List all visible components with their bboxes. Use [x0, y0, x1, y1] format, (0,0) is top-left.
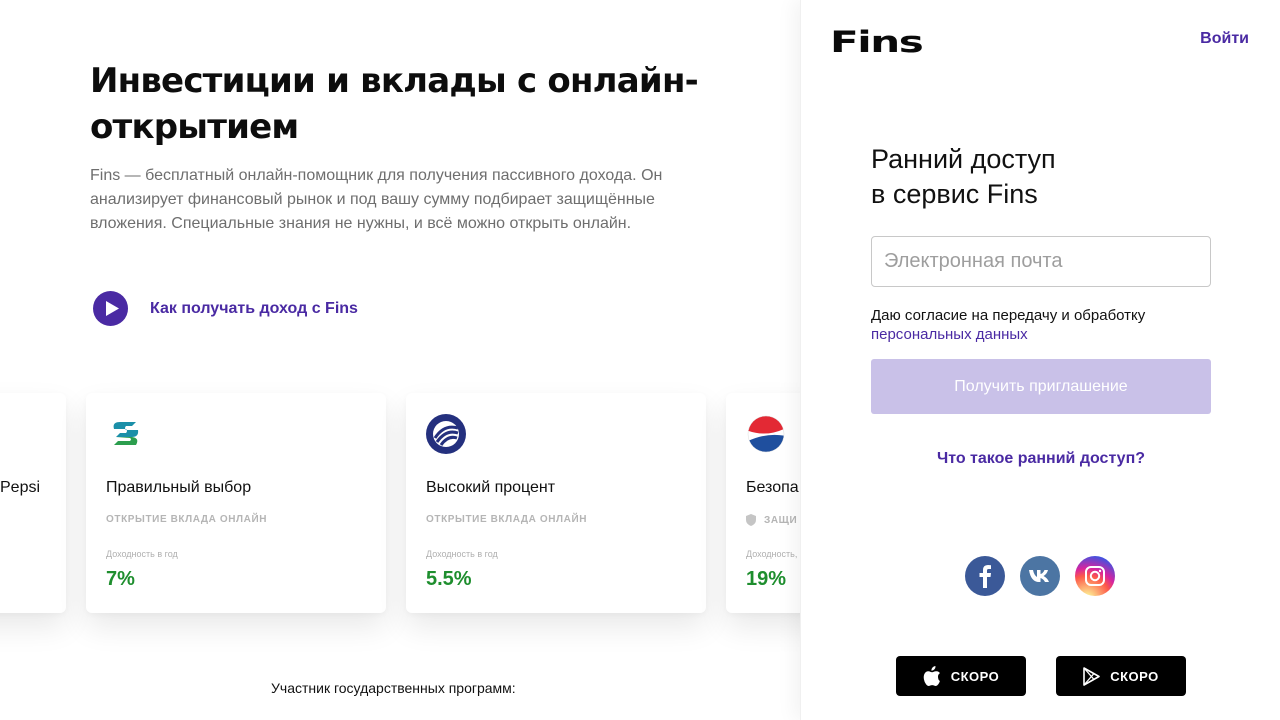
vk-icon[interactable]	[1020, 556, 1060, 596]
card-tag: ОТКРЫТИЕ ВКЛАДА ОНЛАЙН	[426, 514, 588, 525]
instagram-icon[interactable]	[1075, 556, 1115, 596]
card-tag-text: ЗАЩИ	[764, 514, 798, 526]
offer-card[interactable]: Pepsi	[0, 393, 66, 613]
card-tag: ЗАЩИ	[746, 514, 797, 526]
app-store-button[interactable]: СКОРО	[896, 656, 1026, 696]
personal-data-link[interactable]: персональных данных	[871, 326, 1028, 343]
play-icon[interactable]	[93, 291, 128, 326]
login-link[interactable]: Войти	[1200, 30, 1249, 48]
panel-heading-line1: Ранний доступ	[871, 144, 1056, 174]
brand-logo[interactable]: Fins	[830, 25, 924, 59]
participant-text: Участник государственных программ:	[271, 680, 516, 696]
offer-card[interactable]: Высокий процент ОТКРЫТИЕ ВКЛАДА ОНЛАЙН Д…	[406, 393, 706, 613]
social-links	[965, 556, 1115, 596]
card-tag: ОТКРЫТИЕ ВКЛАДА ОНЛАЙН	[106, 514, 268, 525]
card-yield-label: Доходность в год	[426, 549, 498, 559]
facebook-icon[interactable]	[965, 556, 1005, 596]
pepsi-logo-icon	[746, 414, 786, 454]
card-yield-label: Доходность,	[746, 549, 798, 559]
offer-card[interactable]: Правильный выбор ОТКРЫТИЕ ВКЛАДА ОНЛАЙН …	[86, 393, 386, 613]
consent-text: Даю согласие на передачу и обработку пер…	[871, 306, 1211, 344]
panel-heading-line2: в сервис Fins	[871, 179, 1038, 209]
card-title: Высокий процент	[426, 479, 556, 496]
card-title: Pepsi	[0, 479, 41, 496]
apple-icon	[923, 666, 940, 686]
early-access-link[interactable]: Что такое ранний доступ?	[871, 450, 1211, 468]
hero-title: Инвестиции и вклады с онлайн-открытием	[90, 61, 699, 147]
hero-description: Fins — бесплатный онлайн-помощник для по…	[90, 167, 663, 232]
panel-heading: Ранний доступ в сервис Fins	[871, 142, 1171, 212]
card-rate: 5.5%	[426, 568, 472, 590]
signup-panel: Fins Войти Ранний доступ в сервис Fins Д…	[800, 0, 1280, 720]
card-title: Правильный выбор	[106, 479, 252, 496]
card-yield-label: Доходность в год	[106, 549, 178, 559]
main-content: Инвестиции и вклады с онлайн-открытием F…	[0, 0, 800, 720]
video-link[interactable]: Как получать доход с Fins	[93, 291, 358, 326]
offer-cards: Pepsi Правильный выбор ОТКРЫТИЕ ВКЛАДА О…	[0, 393, 800, 613]
play-store-icon	[1083, 666, 1101, 686]
google-play-button[interactable]: СКОРО	[1056, 656, 1186, 696]
consent-label: Даю согласие на передачу и обработку	[871, 307, 1146, 324]
shield-icon	[746, 514, 756, 526]
card-rate: 7%	[106, 568, 135, 590]
email-field[interactable]	[871, 236, 1211, 287]
google-play-label: СКОРО	[1110, 668, 1159, 684]
get-invite-button[interactable]: Получить приглашение	[871, 359, 1211, 414]
bank-logo-icon	[426, 414, 466, 454]
card-rate: 19%	[746, 568, 787, 590]
card-title: Безопа	[746, 479, 799, 496]
sovcombank-logo-icon	[106, 414, 146, 454]
offer-card[interactable]: Безопа ЗАЩИ Доходность, 19%	[726, 393, 800, 613]
video-link-label[interactable]: Как получать доход с Fins	[150, 300, 358, 318]
app-store-label: СКОРО	[950, 668, 1000, 684]
